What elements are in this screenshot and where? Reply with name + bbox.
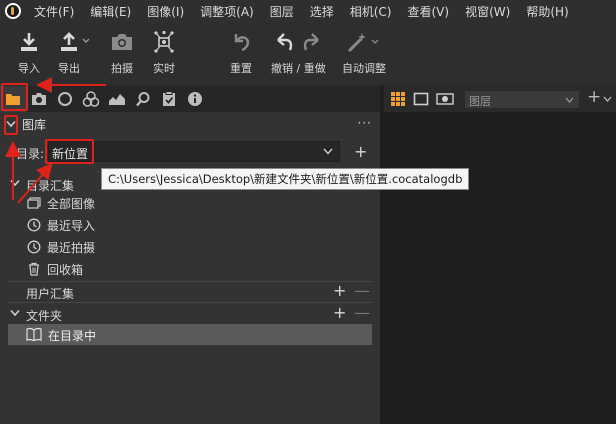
menu-help[interactable]: 帮助(H) [526, 3, 568, 20]
clock-icon [26, 217, 42, 233]
menu-layers[interactable]: 图层 [270, 3, 294, 20]
export-button[interactable]: 导出 [58, 30, 94, 76]
menu-bar: 文件(F) 编辑(E) 图像(I) 调整项(A) 图层 选择 相机(C) 查看(… [0, 0, 616, 22]
clipboard-check-icon [163, 91, 175, 106]
user-collections-header[interactable]: 用户汇集 + — [0, 281, 380, 302]
live-button[interactable]: 实时 [152, 30, 176, 76]
chevron-down-icon [10, 179, 20, 187]
layers-select[interactable]: 图层 [464, 90, 580, 109]
import-button[interactable]: 导入 [18, 30, 40, 76]
menu-adjustments[interactable]: 调整项(A) [200, 3, 254, 20]
menu-view[interactable]: 查看(V) [408, 3, 450, 20]
divider [8, 302, 372, 303]
camera-icon [110, 30, 134, 54]
tab-adjustments[interactable] [156, 86, 182, 112]
chevron-down-icon [10, 309, 20, 317]
grid-view-icon[interactable] [390, 91, 406, 107]
annotation-box-catalog-value [45, 139, 94, 164]
menu-select[interactable]: 选择 [310, 3, 334, 20]
undo-redo-button[interactable]: 撤销 / 重做 [271, 30, 326, 76]
remove-user-collection-button[interactable]: — [354, 281, 370, 300]
collection-recent-imports[interactable]: 最近导入 [26, 215, 95, 235]
remove-folder-button[interactable]: — [354, 303, 370, 322]
library-section-header[interactable]: 图库 ··· [0, 114, 380, 134]
single-view-icon[interactable] [413, 91, 429, 107]
viewer-panel: 图层 + [384, 86, 616, 424]
reset-label: 重置 [230, 62, 252, 75]
tab-details[interactable] [130, 86, 156, 112]
clock-icon [26, 239, 42, 255]
viewer-toolbar: 图层 + [384, 86, 616, 112]
collection-label: 最近导入 [47, 218, 96, 233]
folders-header[interactable]: 文件夹 + — [0, 303, 380, 324]
import-label: 导入 [18, 62, 40, 75]
eye-icon[interactable] [436, 91, 454, 107]
add-catalog-button[interactable]: + [354, 142, 367, 161]
folder-label: 在目录中 [48, 329, 97, 343]
folders-title: 文件夹 [26, 309, 63, 323]
auto-adjust-button[interactable]: 自动调整 [342, 30, 386, 76]
menu-edit[interactable]: 编辑(E) [90, 3, 131, 20]
more-options-icon[interactable]: ··· [358, 116, 372, 130]
reset-button[interactable]: 重置 [230, 30, 252, 76]
annotation-box-chevron [4, 115, 18, 135]
catalog-label: 目录: [16, 147, 45, 161]
library-panel: 图库 ··· 目录: 新位置 + 目录汇集 全部图像 最近导入 最近拍摄 回收箱… [0, 86, 380, 424]
undo-icon [277, 33, 320, 51]
tool-tabs [0, 86, 380, 112]
library-title: 图库 [22, 117, 47, 132]
user-collections-title: 用户汇集 [26, 287, 75, 301]
toolbar: 导入 导出 拍摄 实时 重置 撤销 / 重做 自动调整 [0, 22, 616, 84]
collection-recent-captures[interactable]: 最近拍摄 [26, 237, 95, 257]
export-label: 导出 [58, 62, 80, 75]
folder-in-catalog[interactable]: 在目录中 [8, 324, 372, 345]
add-user-collection-button[interactable]: + [333, 281, 346, 300]
lens-icon [58, 92, 72, 106]
live-view-icon [152, 30, 176, 54]
collection-label: 回收箱 [47, 262, 84, 277]
export-icon [59, 30, 93, 54]
catalog-collections-title: 目录汇集 [26, 179, 75, 193]
chevron-down-icon[interactable] [603, 96, 612, 102]
chevron-down-icon [323, 148, 333, 155]
chevron-down-icon [565, 97, 574, 103]
capture-label: 拍摄 [111, 62, 133, 75]
tab-color[interactable] [52, 86, 78, 112]
magic-wand-icon [345, 30, 383, 54]
menu-image[interactable]: 图像(I) [147, 3, 184, 20]
annotation-box-library-tab [1, 83, 28, 111]
collection-label: 最近拍摄 [47, 240, 96, 255]
menu-file[interactable]: 文件(F) [34, 3, 74, 20]
tab-colors[interactable] [78, 86, 104, 112]
collection-all-images[interactable]: 全部图像 [26, 193, 95, 213]
menu-camera[interactable]: 相机(C) [350, 3, 392, 20]
live-label: 实时 [153, 62, 175, 75]
images-icon [26, 195, 42, 211]
magnifier-icon [136, 92, 150, 107]
tab-metadata[interactable] [182, 86, 208, 112]
undo-redo-label: 撤销 / 重做 [271, 62, 326, 75]
reset-icon [230, 30, 252, 54]
capture-button[interactable]: 拍摄 [110, 30, 134, 76]
collection-label: 全部图像 [47, 196, 96, 211]
collection-trash[interactable]: 回收箱 [26, 259, 83, 279]
add-folder-button[interactable]: + [333, 303, 346, 322]
camera-tab-icon [32, 93, 46, 105]
color-circles-icon [82, 91, 100, 107]
book-icon [26, 327, 42, 344]
tab-capture[interactable] [26, 86, 52, 112]
app-logo-icon[interactable] [5, 3, 21, 19]
info-icon [188, 92, 202, 106]
histogram-icon [109, 94, 125, 105]
import-icon [19, 30, 39, 54]
auto-adjust-label: 自动调整 [342, 62, 386, 75]
tab-exposure[interactable] [104, 86, 130, 112]
add-layer-button[interactable]: + [587, 87, 601, 107]
catalog-path-tooltip: C:\Users\Jessica\Desktop\新建文件夹\新位置\新位置.c… [101, 168, 470, 190]
menu-window[interactable]: 视窗(W) [465, 3, 510, 20]
trash-icon [26, 261, 42, 277]
layers-select-value: 图层 [469, 95, 491, 108]
